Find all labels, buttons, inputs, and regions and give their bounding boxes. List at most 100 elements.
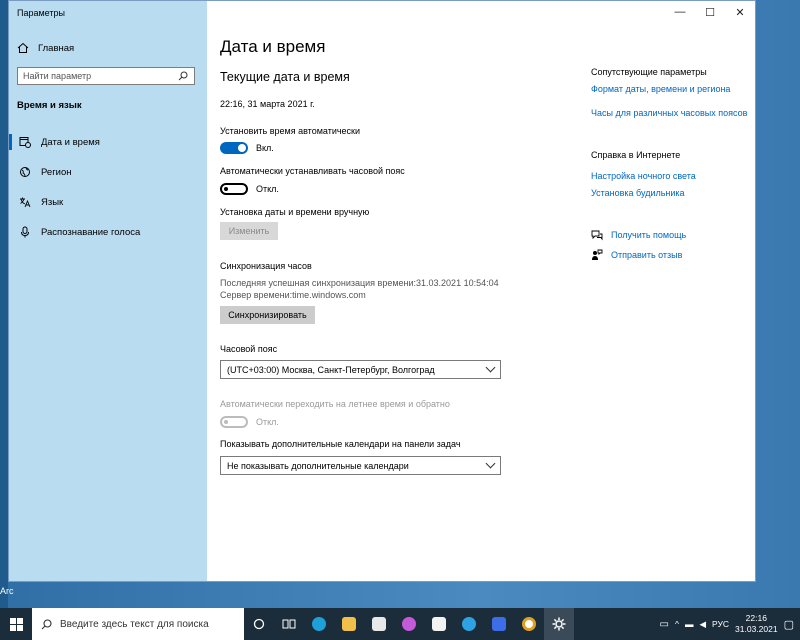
task-view-icon	[282, 619, 296, 629]
timezone-label: Часовой пояс	[220, 344, 278, 354]
tray-chevron-icon[interactable]: ^	[675, 619, 679, 629]
globe-icon	[19, 166, 31, 178]
settings-window: Параметры Главная Найти параметр Время и…	[8, 0, 756, 582]
home-icon	[17, 42, 29, 54]
auto-time-label: Установить время автоматически	[220, 126, 361, 136]
desktop-icon-strip	[0, 0, 8, 608]
sidebar-item-label: Регион	[41, 166, 72, 178]
web-link-night-light[interactable]: Настройка ночного света	[591, 171, 696, 181]
taskbar-clock[interactable]: 22:16 31.03.2021	[735, 613, 778, 635]
auto-tz-row: Откл.	[220, 183, 279, 195]
timezone-select[interactable]: (UTC+03:00) Москва, Санкт-Петербург, Вол…	[220, 360, 501, 379]
sync-server: Сервер времени:time.windows.com	[220, 290, 366, 300]
taskbar-app-store[interactable]	[364, 608, 394, 640]
help-chat-icon	[591, 229, 603, 241]
sidebar: Параметры Главная Найти параметр Время и…	[9, 1, 207, 581]
window-title: Параметры	[17, 8, 65, 18]
taskbar-time: 22:16	[745, 613, 767, 623]
feedback-label: Отправить отзыв	[611, 250, 683, 260]
sidebar-item-label: Дата и время	[41, 136, 100, 148]
edge-icon	[312, 617, 326, 631]
microphone-icon	[19, 226, 31, 238]
dst-label: Автоматически переходить на летнее время…	[220, 399, 450, 409]
network-icon[interactable]: ▭	[660, 619, 669, 630]
search-icon	[41, 618, 52, 629]
paint-icon	[402, 617, 416, 631]
sidebar-item-language[interactable]: Язык	[9, 191, 207, 213]
taskbar-app-explorer[interactable]	[334, 608, 364, 640]
change-button[interactable]: Изменить	[220, 222, 278, 240]
calendars-label: Показывать дополнительные календари на п…	[220, 439, 461, 449]
calendars-select[interactable]: Не показывать дополнительные календари	[220, 456, 501, 475]
current-datetime-value: 22:16, 31 марта 2021 г.	[220, 99, 315, 109]
chevron-down-icon	[485, 458, 496, 469]
sync-header: Синхронизация часов	[220, 261, 312, 271]
taskbar-search-placeholder: Введите здесь текст для поиска	[60, 618, 209, 630]
web-link-alarm[interactable]: Установка будильника	[591, 188, 685, 198]
sidebar-item-date-time[interactable]: Дата и время	[9, 131, 207, 153]
related-link-clocks[interactable]: Часы для различных часовых поясов	[591, 108, 747, 118]
taskbar-app-edge[interactable]	[304, 608, 334, 640]
timezone-value: (UTC+03:00) Москва, Санкт-Петербург, Вол…	[227, 364, 435, 375]
taskbar-app-m[interactable]	[484, 608, 514, 640]
folder-icon	[342, 617, 356, 631]
cortana-button[interactable]	[244, 608, 274, 640]
get-help-link[interactable]: Получить помощь	[591, 229, 686, 241]
auto-tz-state: Откл.	[256, 184, 279, 194]
taskbar-app-mail[interactable]	[424, 608, 454, 640]
auto-time-toggle[interactable]	[220, 142, 248, 154]
taskbar-app-settings[interactable]	[544, 608, 574, 640]
language-indicator[interactable]: РУС	[712, 619, 729, 629]
dst-toggle[interactable]	[220, 416, 248, 428]
calendar-clock-icon	[19, 136, 31, 148]
related-link-format[interactable]: Формат даты, времени и региона	[591, 84, 730, 94]
windows-logo-icon	[9, 617, 23, 631]
related-settings: Сопутствующие параметры Формат даты, вре…	[591, 1, 751, 581]
dst-state: Откл.	[256, 417, 279, 427]
taskbar: Введите здесь текст для поиска ▭ ^ ▬ ◀ Р…	[0, 608, 800, 640]
sidebar-home[interactable]: Главная	[17, 41, 74, 55]
network-status-icon[interactable]: ▬	[685, 619, 694, 629]
taskbar-app-skype[interactable]	[454, 608, 484, 640]
sidebar-item-region[interactable]: Регион	[9, 161, 207, 183]
sidebar-item-label: Язык	[41, 196, 64, 208]
ring-app-icon	[522, 617, 536, 631]
sync-button[interactable]: Синхронизировать	[220, 306, 315, 324]
desktop-icon-label[interactable]: Arc	[0, 586, 14, 596]
main-content: Дата и время Текущие дата и время 22:16,…	[220, 1, 580, 581]
mail-icon	[432, 617, 446, 631]
get-help-label: Получить помощь	[611, 230, 687, 240]
skype-icon	[462, 617, 476, 631]
volume-icon[interactable]: ◀	[699, 619, 706, 630]
search-placeholder: Найти параметр	[23, 71, 92, 81]
web-help-header: Справка в Интернете	[591, 150, 681, 160]
search-icon	[177, 70, 189, 82]
auto-tz-label: Автоматически устанавливать часовой пояс	[220, 166, 405, 176]
start-button[interactable]	[0, 608, 32, 640]
app-m-icon	[492, 617, 506, 631]
sidebar-section-title: Время и язык	[17, 100, 82, 111]
taskbar-app-ring[interactable]	[514, 608, 544, 640]
related-header: Сопутствующие параметры	[591, 67, 707, 77]
search-input[interactable]: Найти параметр	[17, 67, 195, 85]
taskbar-search[interactable]: Введите здесь текст для поиска	[32, 608, 244, 640]
auto-time-row: Вкл.	[220, 142, 274, 154]
calendars-value: Не показывать дополнительные календари	[227, 460, 409, 471]
gear-icon	[552, 617, 566, 631]
cortana-icon	[253, 618, 265, 630]
auto-tz-toggle[interactable]	[220, 183, 248, 195]
dst-row: Откл.	[220, 416, 279, 428]
manual-label: Установка даты и времени вручную	[220, 207, 370, 217]
store-icon	[372, 617, 386, 631]
notifications-icon[interactable]: ▢	[784, 618, 794, 631]
taskbar-app-paint[interactable]	[394, 608, 424, 640]
sync-last: Последняя успешная синхронизация времени…	[220, 278, 499, 288]
sidebar-item-speech[interactable]: Распознавание голоса	[9, 221, 207, 243]
task-view-button[interactable]	[274, 608, 304, 640]
sidebar-home-label: Главная	[38, 42, 75, 54]
feedback-person-icon	[591, 249, 603, 261]
chevron-down-icon	[485, 362, 496, 373]
auto-time-state: Вкл.	[256, 143, 274, 153]
page-title: Дата и время	[220, 37, 326, 56]
feedback-link[interactable]: Отправить отзыв	[591, 249, 682, 261]
